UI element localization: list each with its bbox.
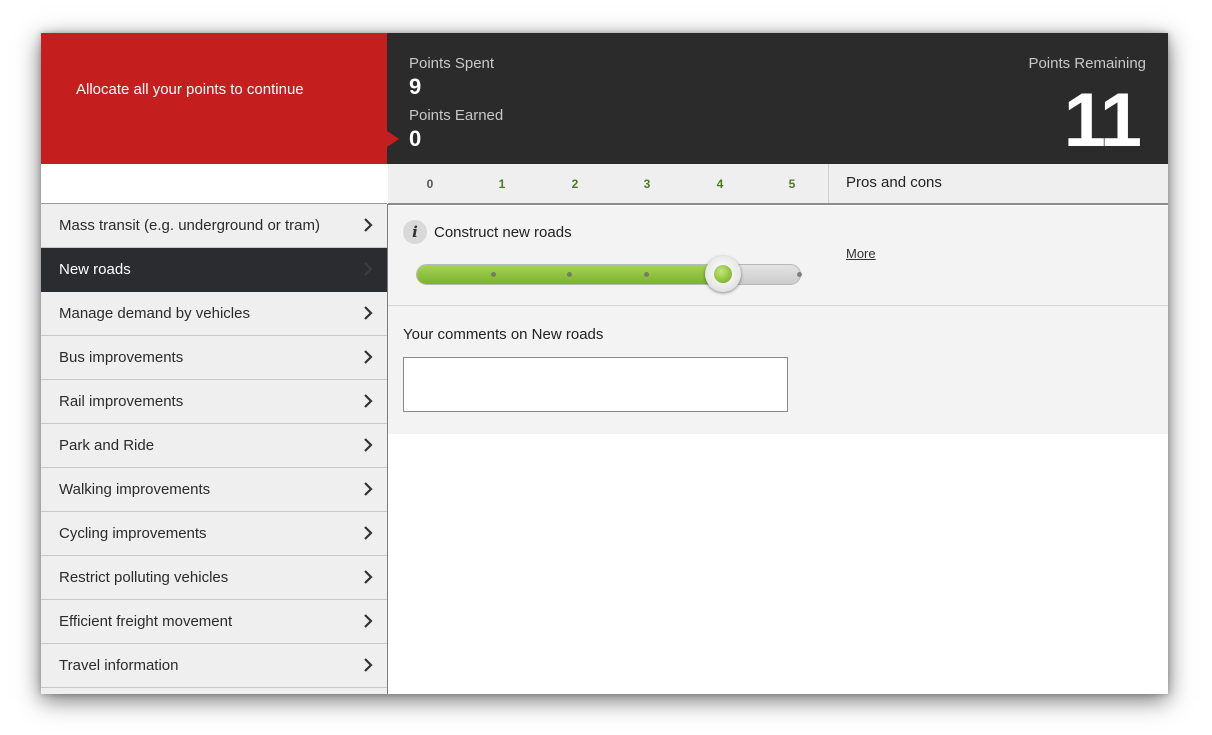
points-slider[interactable]: [416, 256, 802, 292]
sidebar-item-label: Travel information: [59, 657, 179, 674]
scale-value-4: 4: [716, 177, 724, 191]
chevron-right-icon: [364, 262, 373, 276]
chevron-right-icon: [364, 218, 373, 232]
points-earned-label: Points Earned: [409, 107, 504, 124]
chevron-right-icon: [364, 394, 373, 408]
chevron-right-icon: [364, 526, 373, 540]
slider-handle[interactable]: [704, 256, 741, 292]
chevron-right-icon: [364, 438, 373, 452]
sidebar-item-rail-improvements[interactable]: Rail improvements: [41, 380, 387, 424]
scale-value-3: 3: [643, 177, 651, 191]
sidebar-item-restrict-polluting[interactable]: Restrict polluting vehicles: [41, 556, 387, 600]
scale-value-0: 0: [426, 177, 434, 191]
pros-and-cons-header: Pros and cons: [846, 174, 942, 191]
sidebar-item-label: New roads: [59, 261, 131, 278]
sidebar-item-manage-demand[interactable]: Manage demand by vehicles: [41, 292, 387, 336]
alert-pointer: [387, 131, 399, 147]
sidebar-item-label: Park and Ride: [59, 437, 155, 454]
scale-value-1: 1: [498, 177, 506, 191]
chevron-right-icon: [364, 482, 373, 496]
chevron-right-icon: [364, 306, 373, 320]
scale-value-2: 2: [571, 177, 579, 191]
info-icon[interactable]: i: [403, 220, 427, 244]
sidebar-item-label: Mass transit (e.g. underground or tram): [59, 217, 320, 234]
sidebar-item-mass-transit[interactable]: Mass transit (e.g. underground or tram): [41, 204, 387, 248]
points-spent-value: 9: [409, 74, 422, 99]
chevron-right-icon: [364, 350, 373, 364]
slider-handle-center: [713, 265, 732, 283]
sidebar-item-park-and-ride[interactable]: Park and Ride: [41, 424, 387, 468]
sidebar: Mass transit (e.g. underground or tram) …: [41, 204, 387, 694]
scale-header: 0 1 2 3 4 5 Pros and cons: [388, 164, 1168, 205]
scale-row-spacer: [41, 164, 387, 204]
slider-step-dot: [796, 272, 802, 277]
sidebar-item-label: Bus improvements: [59, 349, 184, 366]
sidebar-item-label: Restrict polluting vehicles: [59, 569, 229, 586]
sidebar-item-efficient-freight[interactable]: Efficient freight movement: [41, 600, 387, 644]
chevron-right-icon: [364, 658, 373, 672]
chevron-right-icon: [364, 570, 373, 584]
allocation-alert: Allocate all your points to continue: [41, 33, 387, 164]
slider-step-dot: [643, 272, 649, 277]
slider-step-dot: [490, 272, 496, 277]
points-remaining-label: Points Remaining: [1028, 55, 1146, 72]
scale-divider: [828, 164, 829, 203]
sidebar-item-label: Rail improvements: [59, 393, 184, 410]
alert-message: Allocate all your points to continue: [76, 81, 304, 98]
app-window: Allocate all your points to continue Poi…: [41, 33, 1168, 694]
scale-value-5: 5: [788, 177, 796, 191]
more-link[interactable]: More: [846, 246, 876, 261]
comments-section: Your comments on New roads: [388, 306, 1168, 434]
points-panel: Points Spent 9 Points Earned 0 Points Re…: [387, 33, 1168, 164]
sidebar-item-label: Walking improvements: [59, 481, 211, 498]
sidebar-item-walking-improvements[interactable]: Walking improvements: [41, 468, 387, 512]
points-remaining-value: 11: [1063, 78, 1142, 163]
sidebar-item-new-roads[interactable]: New roads: [41, 248, 387, 292]
comments-input[interactable]: [403, 357, 788, 412]
points-earned-value: 0: [409, 126, 422, 151]
sidebar-item-travel-information[interactable]: Travel information: [41, 644, 387, 688]
option-panel: i Construct new roads More: [388, 206, 1168, 306]
sidebar-item-bus-improvements[interactable]: Bus improvements: [41, 336, 387, 380]
sidebar-item-label: Manage demand by vehicles: [59, 305, 250, 322]
sidebar-item-label: Efficient freight movement: [59, 613, 233, 630]
points-spent-label: Points Spent: [409, 55, 495, 72]
slider-step-dot: [567, 272, 572, 277]
sidebar-item-cycling-improvements[interactable]: Cycling improvements: [41, 512, 387, 556]
sidebar-item-label: Cycling improvements: [59, 525, 207, 542]
option-title: Construct new roads: [434, 224, 572, 241]
chevron-right-icon: [364, 614, 373, 628]
comments-label: Your comments on New roads: [403, 326, 604, 343]
